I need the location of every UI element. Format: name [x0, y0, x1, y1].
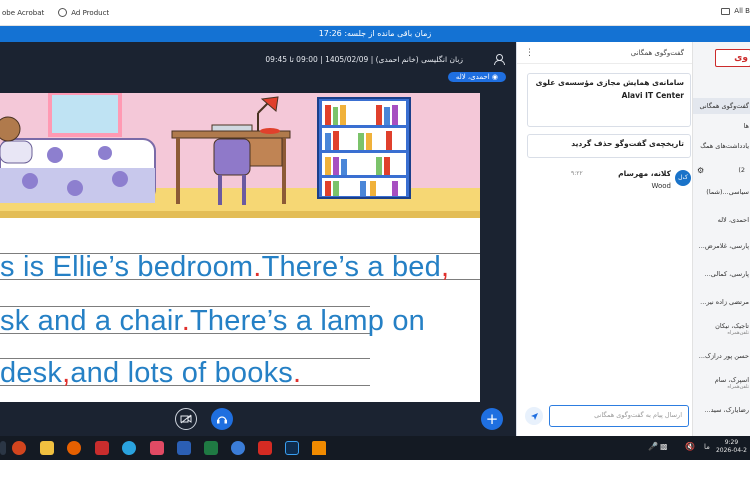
user-list-item[interactable]: تاجیک، نیکان تلفن‌همراه: [693, 322, 750, 336]
gear-icon[interactable]: ⚙: [697, 166, 704, 175]
bookmarks-bar: obe Acrobat Ad Product All B: [0, 0, 750, 26]
send-icon: [530, 412, 538, 420]
bookmark-label: obe Acrobat: [2, 8, 45, 17]
add-action-button[interactable]: +: [481, 408, 503, 430]
browser-icon[interactable]: [231, 441, 245, 455]
chat-header: گفت‌وگوی همگانی ⋮: [517, 42, 692, 64]
more-options-icon[interactable]: ⋮: [525, 48, 534, 58]
welcome-title: سامانه‌ی همایش مجازی مؤسسه‌ی علوی: [535, 78, 684, 87]
plus-icon: +: [485, 409, 499, 428]
bedroom-illustration: [0, 93, 480, 218]
chat-welcome-card: سامانه‌ی همایش مجازی مؤسسه‌ی علوی Alavi …: [527, 73, 691, 127]
message-author: کلانه، مهرسام: [618, 169, 671, 178]
sidebar-item-public-chat[interactable]: گفت‌وگوی همگانی: [693, 98, 750, 114]
clock-time: 9:29: [724, 439, 739, 446]
sidebar-item-messages[interactable]: ها: [693, 122, 750, 130]
slide-text-line-2: sk and a chair.There’s a lamp on: [0, 305, 426, 337]
input-language[interactable]: ما: [704, 443, 710, 451]
firefox-icon[interactable]: [67, 441, 81, 455]
start-icon[interactable]: [0, 441, 6, 455]
app-p-icon[interactable]: [150, 441, 164, 455]
headphones-icon: [217, 416, 227, 424]
bookmark-acrobat[interactable]: obe Acrobat: [2, 9, 44, 17]
globe-icon: [58, 8, 68, 17]
slide-text-line-1: s is Ellie’s bedroom.There’s a bed,: [0, 251, 450, 283]
microphone-icon[interactable]: 🎤: [648, 442, 658, 451]
message-time: ۹:۲۲: [571, 170, 583, 177]
presenter-badge: ◉ احمدی، لاله: [447, 72, 506, 82]
screen-bottom-margin: [0, 460, 750, 480]
messages-label: ها: [743, 122, 749, 130]
presenter-name: احمدی، لاله: [455, 73, 490, 81]
windows-taskbar: 🎤 ▩ 🔇 ما 9:29 2026-04-2: [0, 436, 750, 460]
history-deleted-text: تاریخچه‌ی گفت‌وگو حذف گردید: [571, 139, 684, 148]
word-icon[interactable]: [177, 441, 191, 455]
bookmark-label: Ad Product: [71, 8, 110, 17]
volume-icon[interactable]: 🔇: [685, 442, 695, 451]
recorder-icon[interactable]: [95, 441, 109, 455]
user-list-item[interactable]: حسن پور درازک...: [693, 352, 750, 360]
classroom-panel: زبان انگلیسی (خانم احمدی) | 1405/02/09 |…: [0, 42, 516, 436]
clock[interactable]: 9:29 2026-04-2: [716, 439, 747, 455]
users-header: ⚙ (2: [693, 166, 750, 175]
participants-toggle-icon[interactable]: [493, 53, 505, 65]
excel-icon[interactable]: [204, 441, 218, 455]
user-list-item[interactable]: رضایارک، سید...: [693, 406, 750, 414]
photoshop-icon[interactable]: [285, 441, 299, 455]
bookmark-ad-product[interactable]: Ad Product: [58, 8, 109, 17]
vlc-icon[interactable]: [312, 441, 326, 455]
participants-panel: وی گفت‌وگوی همگانی ها یادداشت‌های همگ ⚙ …: [692, 42, 750, 436]
classroom-header: زبان انگلیسی (خانم احمدی) | 1405/02/09 |…: [0, 42, 516, 76]
folder-label: All B: [734, 7, 750, 15]
user-list-item[interactable]: پارسی، غلامرض...: [693, 242, 750, 250]
avatar: ک‌ل: [675, 170, 691, 186]
user-list-item[interactable]: اسپرک، سام تلفن‌همراه: [693, 376, 750, 390]
users-count: (2: [738, 166, 745, 174]
camera-off-button[interactable]: [175, 408, 197, 430]
institute-logo: وی: [715, 49, 750, 67]
user-list-item[interactable]: مرتضی زاده نیر...: [693, 298, 750, 306]
chat-history-notice: تاریخچه‌ی گفت‌وگو حذف گردید: [527, 134, 691, 158]
welcome-org: Alavi IT Center: [621, 91, 684, 100]
message-text: Wood: [651, 182, 671, 190]
network-icon[interactable]: ▩: [660, 442, 668, 451]
folder-icon: [721, 7, 731, 15]
chat-panel: گفت‌وگوی همگانی ⋮ سامانه‌ی همایش مجازی م…: [516, 42, 692, 436]
file-explorer-icon[interactable]: [40, 441, 54, 455]
user-list-item[interactable]: پارسی، کمالی...: [693, 270, 750, 278]
user-list-item[interactable]: سیاسی...(شما): [693, 188, 750, 196]
clock-date: 2026-04-2: [715, 447, 747, 454]
shared-slide: s is Ellie’s bedroom.There’s a bed, sk a…: [0, 93, 480, 402]
audio-button[interactable]: [211, 408, 233, 430]
acrobat-icon[interactable]: [258, 441, 272, 455]
sidebar-item-shared-notes[interactable]: یادداشت‌های همگ: [693, 142, 750, 150]
chat-input[interactable]: ارسال پیام به گفت‌وگوی همگانی: [549, 405, 689, 427]
class-info: زبان انگلیسی (خانم احمدی) | 1405/02/09 |…: [265, 54, 463, 64]
telegram-icon[interactable]: [122, 441, 136, 455]
chat-title: گفت‌وگوی همگانی: [630, 48, 684, 57]
send-button[interactable]: [525, 407, 543, 425]
all-bookmarks-folder[interactable]: All B: [721, 7, 750, 15]
camera-off-icon: [180, 414, 192, 424]
user-list-item[interactable]: احمدی، لاله: [693, 216, 750, 224]
office-app-icon[interactable]: [12, 441, 26, 455]
slide-text-line-3: desk,and lots of books.: [0, 357, 302, 389]
presenter-icon: ◉: [491, 73, 498, 81]
session-timer-banner: زمان باقی مانده از جلسه: 17:26: [0, 26, 750, 42]
